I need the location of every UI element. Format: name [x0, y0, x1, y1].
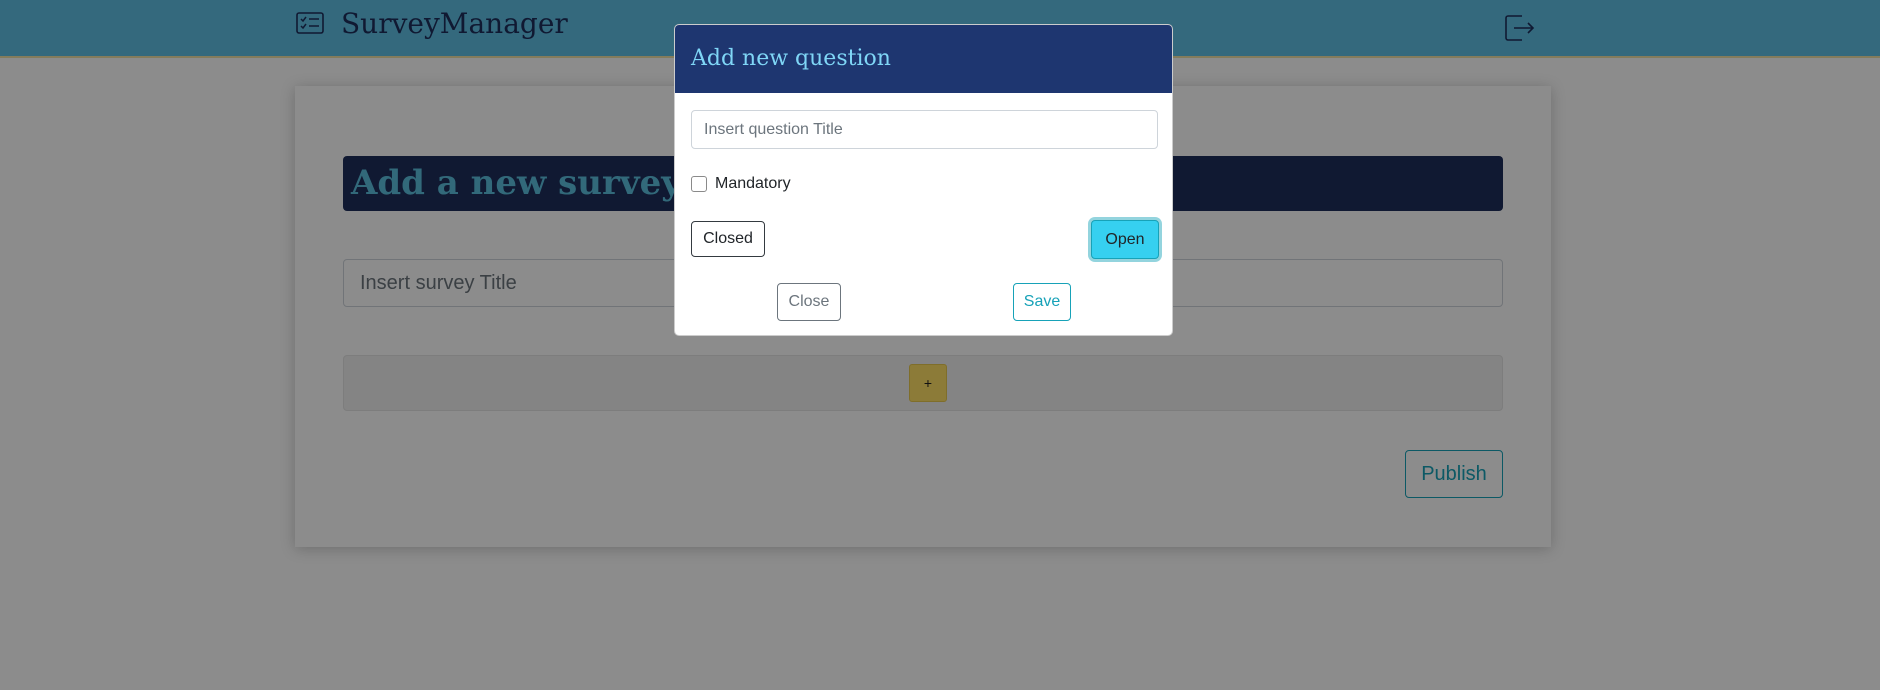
open-question-button[interactable]: Open	[1091, 220, 1159, 259]
closed-question-button[interactable]: Closed	[691, 221, 765, 257]
close-button[interactable]: Close	[777, 283, 841, 321]
modal-header: Add new question	[675, 25, 1172, 93]
question-title-input[interactable]	[691, 110, 1158, 149]
mandatory-checkbox[interactable]	[691, 176, 707, 192]
save-button[interactable]: Save	[1013, 283, 1071, 321]
add-question-modal: Add new question Mandatory Closed Open C…	[674, 24, 1173, 336]
mandatory-label: Mandatory	[715, 175, 791, 192]
modal-title: Add new question	[691, 46, 891, 71]
